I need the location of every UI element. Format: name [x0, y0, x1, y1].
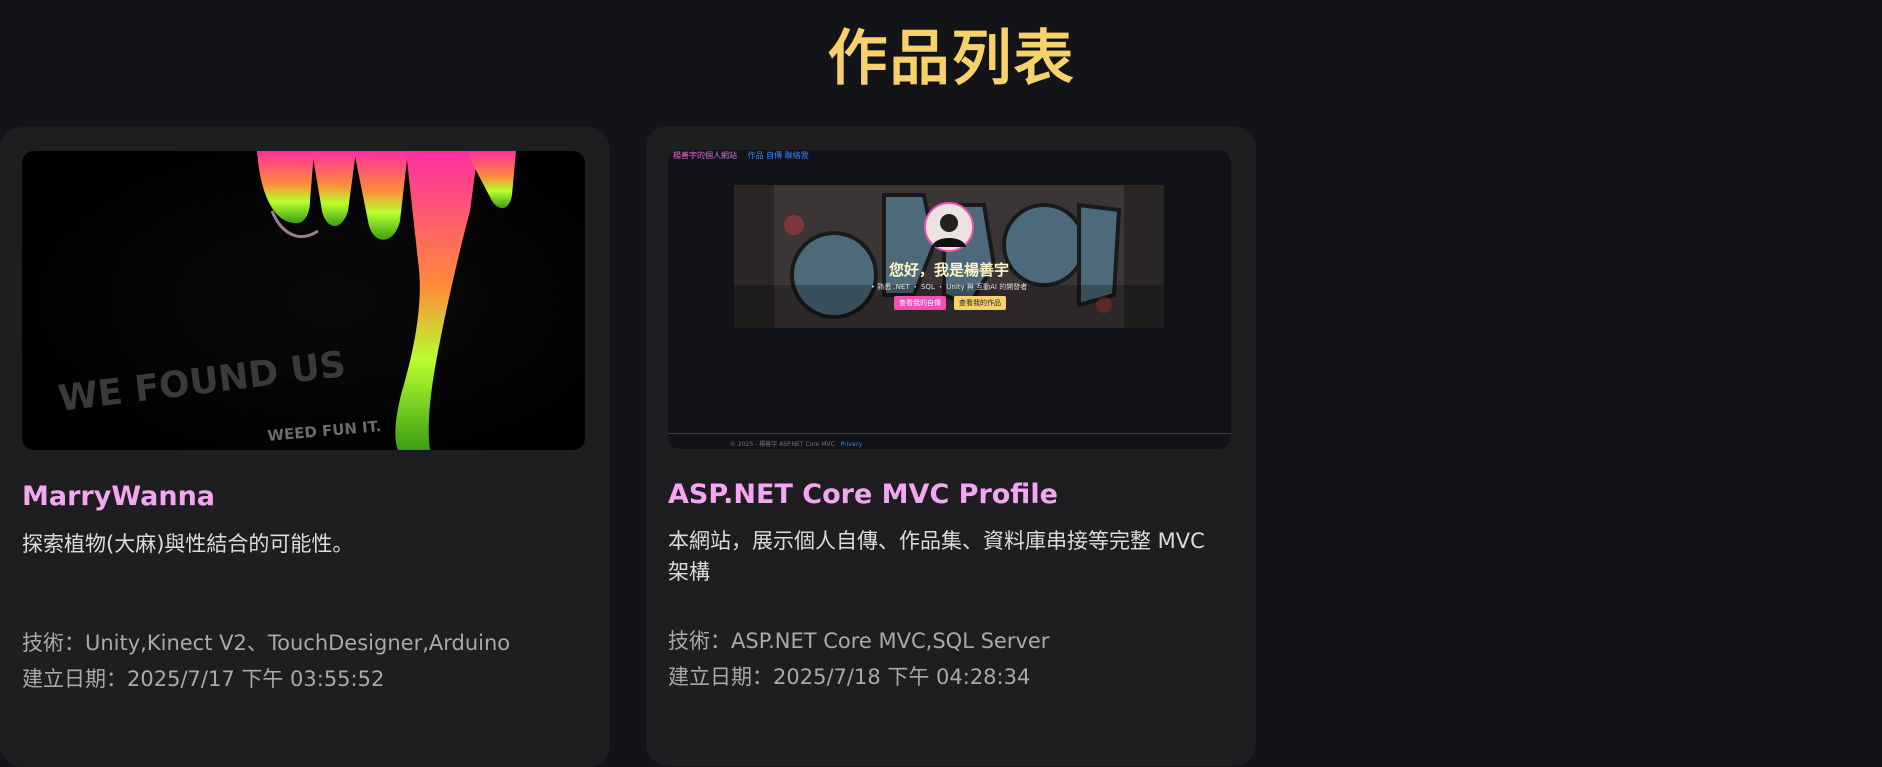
mini-site-bio-button: 查看我的自傳	[894, 296, 946, 310]
project-meta: 技術：Unity,Kinect V2、TouchDesigner,Arduino…	[22, 625, 510, 697]
project-card-aspnet-profile[interactable]: 楊善宇的個人網站 作品 自傳 聯絡我 您好，我是楊善宇 • 熟悉 .NET ・ …	[646, 126, 1256, 766]
project-meta: 技術：ASP.NET Core MVC,SQL Server 建立日期：2025…	[668, 623, 1049, 695]
project-title[interactable]: MarryWanna	[22, 481, 215, 512]
graffiti-banner-image	[734, 185, 1164, 328]
project-card-marrywanna[interactable]: WE FOUND US WEED FUN IT. MarryWanna 探索植物…	[0, 127, 610, 767]
project-thumbnail[interactable]: 楊善宇的個人網站 作品 自傳 聯絡我 您好，我是楊善宇 • 熟悉 .NET ・ …	[668, 150, 1231, 449]
project-description: 探索植物(大麻)與性結合的可能性。	[22, 532, 354, 556]
mini-site-works-button: 查看我的作品	[954, 296, 1006, 310]
mini-site-hero-subtitle: • 熟悉 .NET ・ SQL ・ Unity 與 互動AI 的開發者	[870, 283, 1028, 291]
mini-site-navbar: 楊善宇的個人網站 作品 自傳 聯絡我	[673, 150, 809, 161]
project-tech: 技術：ASP.NET Core MVC,SQL Server	[668, 629, 1050, 653]
mini-site-footer-divider	[668, 433, 1231, 434]
page-title: 作品列表	[827, 24, 1076, 94]
mini-site-brand: 楊善宇的個人網站	[673, 151, 737, 160]
project-created-date: 建立日期：2025/7/18 下午 04:28:34	[668, 665, 1031, 689]
project-created-date: 建立日期：2025/7/17 下午 03:55:52	[22, 667, 385, 691]
project-description: 本網站，展示個人自傳、作品集、資料庫串接等完整 MVC 架構	[668, 529, 1205, 584]
project-tech: 技術：Unity,Kinect V2、TouchDesigner,Arduino	[22, 631, 511, 655]
mini-site-footer: © 2025 - 楊善宇 ASP.NET Core MVC Privacy	[730, 439, 862, 448]
mini-site-hero-banner: 您好，我是楊善宇 • 熟悉 .NET ・ SQL ・ Unity 與 互動AI …	[734, 185, 1164, 328]
project-thumbnail[interactable]: WE FOUND US WEED FUN IT.	[22, 151, 585, 450]
project-title[interactable]: ASP.NET Core MVC Profile	[668, 479, 1058, 510]
mini-site-nav-links: 作品 自傳 聯絡我	[747, 151, 809, 160]
mini-site-copyright: © 2025 - 楊善宇 ASP.NET Core MVC	[730, 441, 835, 448]
mini-site-hero-heading: 您好，我是楊善宇	[888, 261, 1009, 279]
mini-site-privacy-link: Privacy	[840, 441, 863, 448]
marrywanna-poster-image: WE FOUND US WEED FUN IT.	[22, 151, 585, 450]
